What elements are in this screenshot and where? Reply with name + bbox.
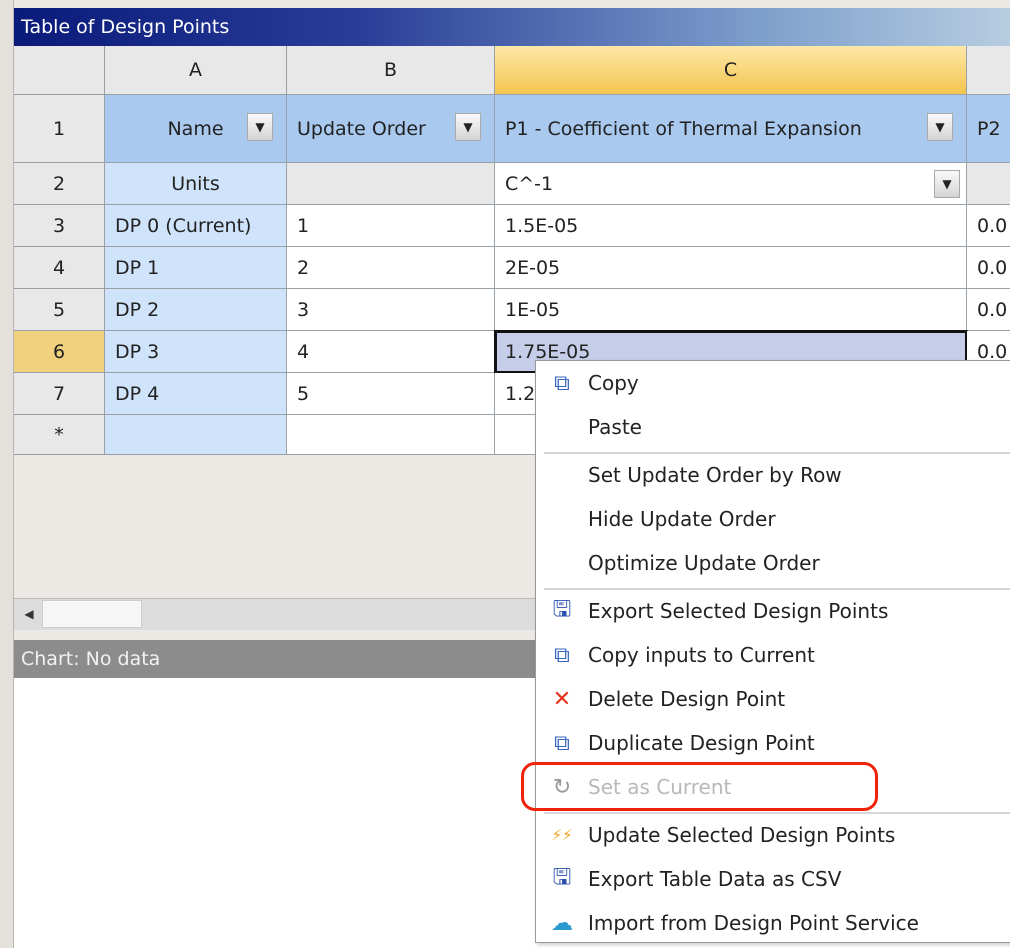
- menu-item-label: Export Selected Design Points: [588, 599, 889, 623]
- p1-cell[interactable]: 2E-05: [495, 247, 967, 289]
- p1-cell[interactable]: 1E-05: [495, 289, 967, 331]
- row-header[interactable]: 2: [14, 163, 105, 205]
- copy-icon: ⧉: [554, 642, 570, 668]
- menu-item-label: Copy inputs to Current: [588, 643, 815, 667]
- menu-item-export-table-data-as-csv[interactable]: 🖫 Export Table Data as CSV: [536, 857, 1010, 901]
- scrollbar-thumb[interactable]: [42, 600, 142, 628]
- copy-icon: ⧉: [554, 370, 570, 396]
- menu-item-paste[interactable]: Paste: [536, 405, 1010, 449]
- row-header[interactable]: 3: [14, 205, 105, 247]
- column-header-4[interactable]: [967, 46, 1010, 95]
- p1-cell[interactable]: 1.5E-05: [495, 205, 967, 247]
- row-header[interactable]: 5: [14, 289, 105, 331]
- column-header-corner: [14, 46, 105, 95]
- scroll-left-arrow-icon[interactable]: ◀: [16, 600, 42, 628]
- left-panel-edge: [0, 0, 14, 948]
- menu-item-update-selected-design-points[interactable]: ⚡⚡ Update Selected Design Points: [536, 813, 1010, 857]
- header-p2[interactable]: P2: [967, 95, 1010, 163]
- header-p1[interactable]: P1 - Coefficient of Thermal Expansion: [495, 95, 967, 163]
- design-point-name[interactable]: DP 2: [105, 289, 287, 331]
- menu-item-label: Update Selected Design Points: [588, 823, 896, 847]
- menu-item-export-selected-design-points[interactable]: 🖫 Export Selected Design Points: [536, 589, 1010, 633]
- update-order-cell[interactable]: 4: [287, 331, 495, 373]
- design-point-name[interactable]: DP 1: [105, 247, 287, 289]
- column-header-3[interactable]: C: [495, 46, 967, 95]
- export-icon: 🖫: [552, 865, 572, 890]
- name-filter-dropdown[interactable]: ▼: [247, 113, 273, 141]
- row-header[interactable]: 4: [14, 247, 105, 289]
- menu-item-delete-design-point[interactable]: ✕ Delete Design Point: [536, 677, 1010, 721]
- update-order-cell[interactable]: 3: [287, 289, 495, 331]
- menu-item-label: Optimize Update Order: [588, 551, 820, 575]
- design-point-name[interactable]: DP 4: [105, 373, 287, 415]
- new-row-name[interactable]: [105, 415, 287, 455]
- column-header-2[interactable]: B: [287, 46, 495, 95]
- menu-item-duplicate-design-point[interactable]: ⧉ Duplicate Design Point: [536, 721, 1010, 765]
- menu-item-label: Delete Design Point: [588, 687, 786, 711]
- panel-title: Table of Design Points: [14, 8, 1010, 46]
- update-order-cell[interactable]: 1: [287, 205, 495, 247]
- units-select[interactable]: C^-1: [495, 163, 967, 205]
- lightning-icon: ⚡⚡: [551, 826, 573, 844]
- delete-icon: ✕: [552, 686, 572, 712]
- new-row-header[interactable]: *: [14, 415, 105, 455]
- p2-cell[interactable]: 0.0: [967, 205, 1010, 247]
- menu-item-label: Export Table Data as CSV: [588, 867, 842, 891]
- update-order-filter-dropdown[interactable]: ▼: [455, 113, 481, 141]
- design-point-name[interactable]: DP 0 (Current): [105, 205, 287, 247]
- menu-item-label: Set Update Order by Row: [588, 463, 842, 487]
- export-icon: 🖫: [552, 597, 572, 622]
- cloud-import-icon: ☁: [551, 910, 573, 936]
- units-empty: [287, 163, 495, 205]
- annotation-highlight: [521, 762, 878, 811]
- menu-item-import-from-design-point-service[interactable]: ☁ Import from Design Point Service: [536, 901, 1010, 945]
- units-dropdown[interactable]: ▼: [934, 170, 960, 198]
- menu-item-label: Import from Design Point Service: [588, 911, 919, 935]
- column-header-1[interactable]: A: [105, 46, 287, 95]
- menu-item-hide-update-order[interactable]: Hide Update Order: [536, 497, 1010, 541]
- copy-icon: ⧉: [554, 730, 570, 756]
- update-order-cell[interactable]: 2: [287, 247, 495, 289]
- p1-filter-dropdown[interactable]: ▼: [927, 113, 953, 141]
- menu-item-label: Duplicate Design Point: [588, 731, 815, 755]
- p2-cell[interactable]: 0.0: [967, 289, 1010, 331]
- design-point-name[interactable]: DP 3: [105, 331, 287, 373]
- units-label: Units: [105, 163, 287, 205]
- menu-item-optimize-update-order[interactable]: Optimize Update Order: [536, 541, 1010, 585]
- menu-item-copy-inputs-to-current[interactable]: ⧉ Copy inputs to Current: [536, 633, 1010, 677]
- row-header[interactable]: 1: [14, 95, 105, 163]
- menu-item-label: Hide Update Order: [588, 507, 776, 531]
- row-header[interactable]: 6: [14, 331, 105, 373]
- row-header[interactable]: 7: [14, 373, 105, 415]
- update-order-cell[interactable]: 5: [287, 373, 495, 415]
- menu-item-set-update-order-by-row[interactable]: Set Update Order by Row: [536, 453, 1010, 497]
- units-empty: [967, 163, 1010, 205]
- menu-item-copy[interactable]: ⧉ Copy: [536, 361, 1010, 405]
- p2-cell[interactable]: 0.0: [967, 247, 1010, 289]
- menu-item-label: Paste: [588, 415, 642, 439]
- new-row-order[interactable]: [287, 415, 495, 455]
- context-menu: ⧉ Copy Paste Set Update Order by Row Hide Up…: [535, 360, 1010, 943]
- menu-item-label: Copy: [588, 371, 639, 395]
